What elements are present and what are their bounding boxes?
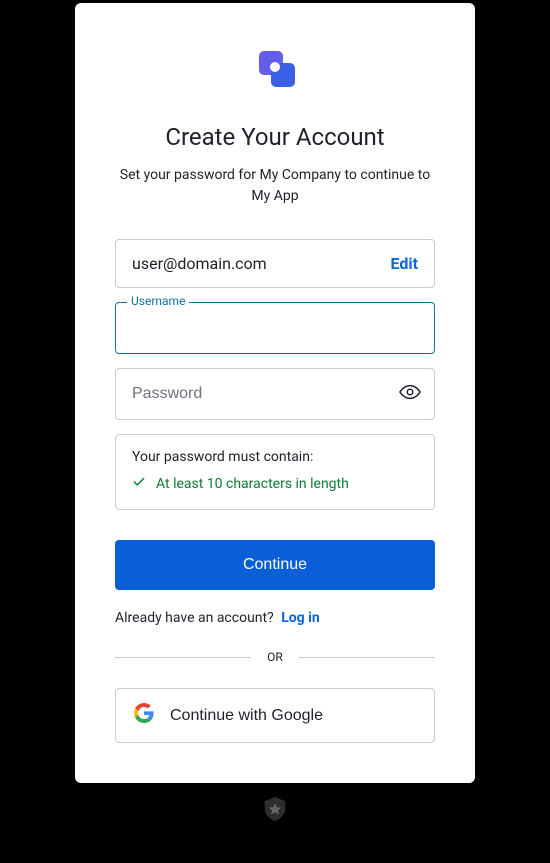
auth-provider-badge-icon [264,797,286,825]
checkmark-icon [132,475,146,493]
signup-card: Create Your Account Set your password fo… [75,3,475,783]
page-title: Create Your Account [165,123,384,151]
login-prompt: Already have an account? Log in [115,610,435,626]
page-subtitle: Set your password for My Company to cont… [115,165,435,207]
google-signin-button[interactable]: Continue with Google [115,688,435,743]
email-display-row: user@domain.com Edit [115,239,435,288]
password-field-group [115,368,435,420]
password-rules-box: Your password must contain: At least 10 … [115,434,435,510]
divider-line [115,657,251,658]
edit-email-link[interactable]: Edit [390,254,418,273]
show-password-icon[interactable] [399,381,421,407]
username-label: Username [127,294,189,308]
login-link[interactable]: Log in [281,610,320,626]
continue-button[interactable]: Continue [115,540,435,590]
google-signin-label: Continue with Google [170,707,323,725]
divider: OR [115,650,435,664]
username-input[interactable] [115,302,435,354]
password-input[interactable] [115,368,435,420]
email-value: user@domain.com [132,254,267,273]
divider-line [299,657,435,658]
brand-logo [251,43,299,95]
divider-text: OR [267,650,283,664]
google-icon [134,703,154,728]
login-prompt-text: Already have an account? [115,610,274,626]
password-rule-text: At least 10 characters in length [156,476,349,492]
username-field-group: Username [115,302,435,354]
password-rule-item: At least 10 characters in length [132,475,418,493]
password-rules-title: Your password must contain: [132,449,418,465]
